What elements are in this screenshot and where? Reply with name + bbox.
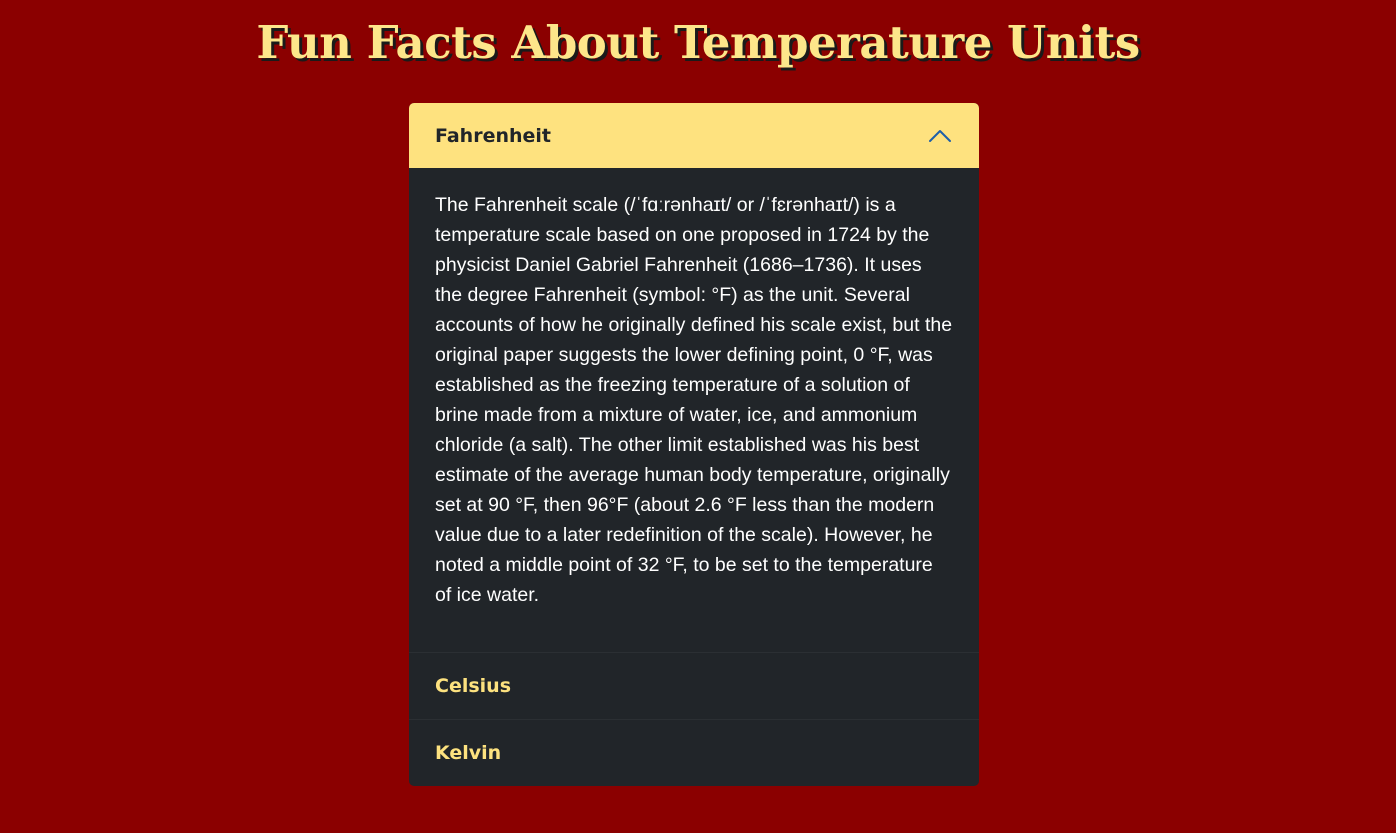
accordion-body-fahrenheit: The Fahrenheit scale (/ˈfɑːrənhaɪt/ or /… <box>409 168 979 653</box>
accordion-header-celsius[interactable]: Celsius <box>409 653 979 719</box>
accordion-title-fahrenheit: Fahrenheit <box>435 124 552 147</box>
accordion-title-celsius: Celsius <box>435 675 511 697</box>
accordion-title-kelvin: Kelvin <box>435 742 502 764</box>
accordion-item-celsius: Celsius <box>409 653 979 720</box>
accordion-item-fahrenheit: Fahrenheit The Fahrenheit scale (/ˈfɑːrə… <box>409 103 979 653</box>
accordion-header-kelvin[interactable]: Kelvin <box>409 720 979 786</box>
page-title: Fun Facts About Temperature Units <box>256 16 1140 69</box>
accordion-header-fahrenheit[interactable]: Fahrenheit <box>409 103 979 168</box>
accordion-item-kelvin: Kelvin <box>409 720 979 786</box>
accordion: Fahrenheit The Fahrenheit scale (/ˈfɑːrə… <box>409 103 979 786</box>
chevron-up-icon[interactable] <box>927 127 953 145</box>
